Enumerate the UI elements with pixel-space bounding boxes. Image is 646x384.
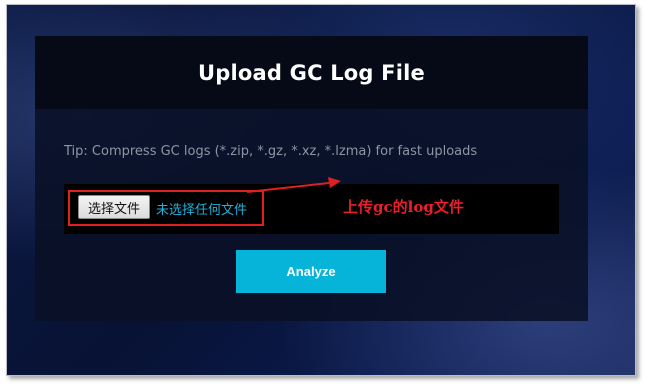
- file-status-text: 未选择任何文件: [156, 203, 248, 218]
- page-title: Upload GC Log File: [198, 60, 425, 85]
- analyze-button[interactable]: Analyze: [236, 250, 386, 293]
- annotation-arrow-icon: [246, 177, 341, 193]
- upload-tip: Tip: Compress GC logs (*.zip, *.gz, *.xz…: [64, 144, 478, 159]
- choose-file-button[interactable]: 选择文件: [78, 195, 150, 219]
- panel-header: Upload GC Log File: [35, 36, 588, 109]
- screenshot-frame: Upload GC Log File Tip: Compress GC logs…: [6, 4, 636, 376]
- annotation-text: 上传gc的log文件: [343, 198, 464, 216]
